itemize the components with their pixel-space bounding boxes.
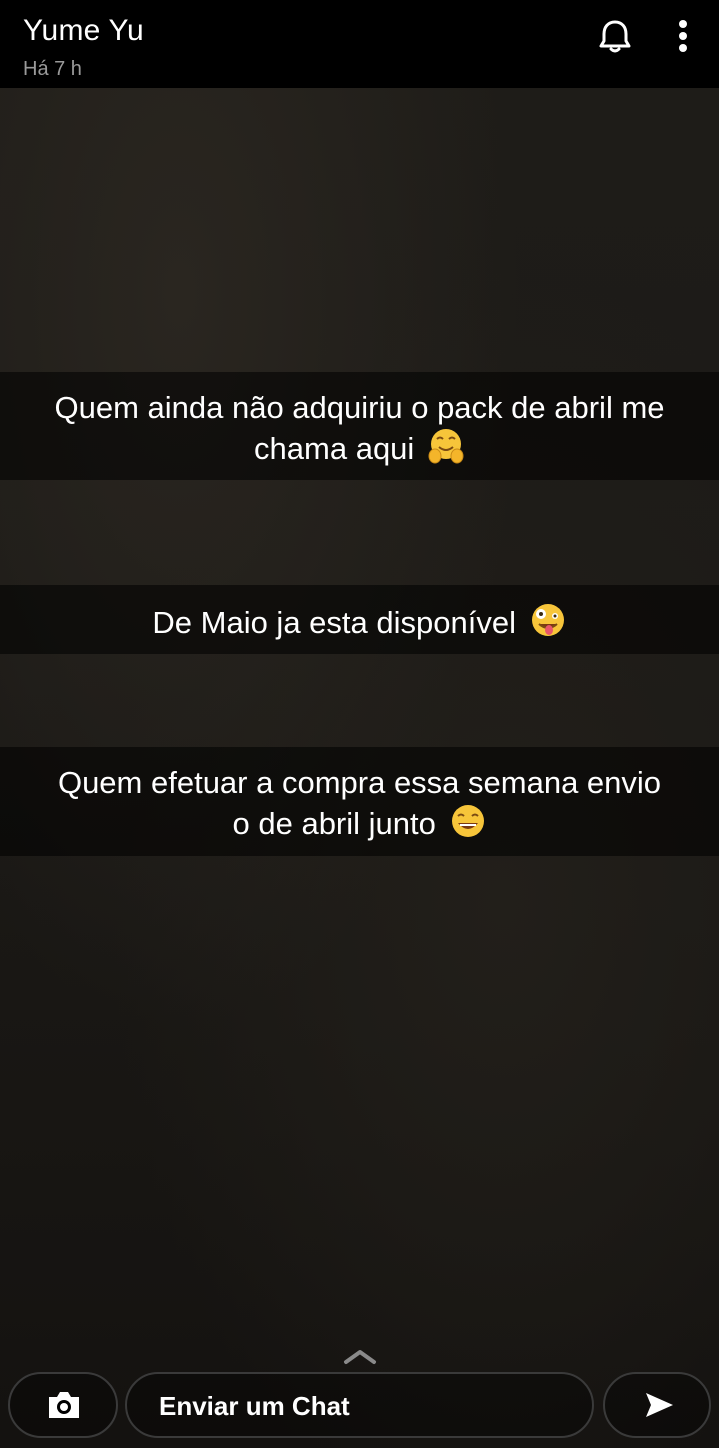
grinning-squinting-face-emoji	[451, 805, 484, 837]
caption-2: De Maio ja esta disponível	[0, 585, 719, 654]
caption-2-line-1: De Maio ja esta disponível	[152, 605, 516, 640]
hugging-face-emoji	[428, 429, 464, 464]
chat-input[interactable]: Enviar um Chat	[125, 1372, 594, 1438]
timestamp: Há 7 h	[23, 58, 82, 80]
caption-3-line-2: o de abril junto	[232, 806, 436, 841]
snap-viewer: Quem ainda não adquiriu o pack de abril …	[0, 0, 719, 1448]
camera-button[interactable]	[8, 1372, 118, 1438]
chevron-up-icon[interactable]	[342, 1346, 378, 1366]
caption-1: Quem ainda não adquiriu o pack de abril …	[0, 372, 719, 480]
caption-3-line-1: Quem efetuar a compra essa semana envio	[57, 765, 662, 800]
more-vertical-icon[interactable]	[666, 18, 700, 56]
bell-icon[interactable]	[596, 17, 634, 55]
caption-1-line-1: Quem ainda não adquiriu o pack de abril …	[54, 390, 665, 425]
camera-icon	[49, 1392, 79, 1418]
send-button[interactable]	[603, 1372, 711, 1438]
caption-3: Quem efetuar a compra essa semana envio …	[0, 747, 719, 856]
header: Yume Yu Há 7 h	[0, 0, 719, 88]
snap-image[interactable]: Quem ainda não adquiriu o pack de abril …	[0, 88, 719, 1448]
chat-placeholder: Enviar um Chat	[159, 1391, 350, 1421]
caption-1-line-2: chama aqui	[254, 431, 415, 466]
send-icon	[646, 1393, 673, 1417]
user-name[interactable]: Yume Yu	[23, 14, 144, 48]
zany-face-emoji	[531, 604, 564, 636]
